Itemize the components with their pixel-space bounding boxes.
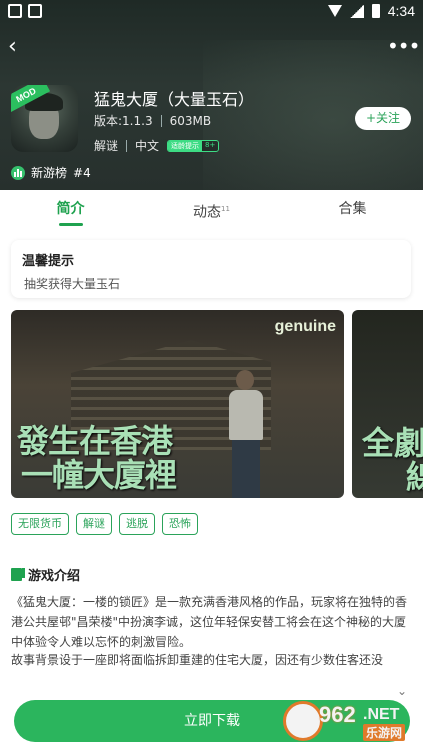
- description-paragraph: 故事背景设于一座即将面临拆卸重建的住宅大厦，因还有少数住客还没: [11, 653, 384, 667]
- tag-item[interactable]: 解谜: [76, 513, 112, 535]
- tab-badge: 11: [221, 205, 230, 213]
- rank-label: 新游榜: [31, 166, 68, 180]
- follow-button[interactable]: +关注: [355, 107, 411, 130]
- tip-title: 温馨提示: [22, 254, 75, 269]
- chevron-down-icon[interactable]: ⌄: [397, 684, 407, 698]
- screenshot-2[interactable]: 全劇 線: [352, 310, 423, 498]
- version-label: 版本:1.1.3: [94, 114, 153, 128]
- section-title: 游戏介绍: [11, 565, 80, 584]
- tab-collection[interactable]: 合集: [282, 190, 423, 230]
- language-label: 中文: [135, 139, 160, 153]
- rank-info[interactable]: 新游榜 #4: [11, 164, 91, 181]
- battery-icon: [371, 4, 380, 18]
- tag-item[interactable]: 逃脱: [119, 513, 155, 535]
- app-tags: 解谜 中文 适龄提示 8+: [94, 137, 220, 154]
- screenshot-caption: 一幢大廈裡: [21, 456, 177, 494]
- tab-bar: 简介 动态11 合集: [0, 190, 423, 230]
- tag-list: 无限货币 解谜 逃脱 恐怖: [11, 513, 198, 535]
- screenshot-1[interactable]: genuine 發生在香港 一幢大廈裡: [11, 310, 344, 498]
- bar-chart-icon: [11, 165, 25, 180]
- tag-item[interactable]: 恐怖: [162, 513, 198, 535]
- app-title: 猛鬼大厦（大量玉石）: [94, 90, 255, 109]
- watermark-logo: 962 .NET 乐游网: [283, 698, 411, 744]
- notification-icon: [28, 4, 42, 18]
- genre-label: 解谜: [94, 139, 119, 153]
- status-bar: 4:34: [0, 0, 423, 24]
- tab-activity[interactable]: 动态11: [141, 190, 282, 230]
- status-time: 4:34: [387, 3, 415, 19]
- age-rating-badge: 适龄提示 8+: [167, 139, 220, 152]
- book-icon: [11, 568, 25, 581]
- divider: [160, 114, 162, 127]
- signal-icon: [349, 4, 364, 18]
- size-label: 603MB: [169, 113, 212, 128]
- tag-item[interactable]: 无限货币: [11, 513, 69, 535]
- back-icon[interactable]: ‹: [8, 36, 32, 60]
- tip-text: 抽奖获得大量玉石: [24, 277, 121, 291]
- wifi-icon: [327, 5, 342, 17]
- intro-content: 温馨提示 抽奖获得大量玉石 genuine 發生在香港 一幢大廈裡 全劇 線 无…: [0, 230, 423, 752]
- app-header: 4:34 ‹ ••• MOD 猛鬼大厦（大量玉石） 版本:1.1.3 603MB…: [0, 0, 423, 190]
- more-options-icon[interactable]: •••: [387, 36, 420, 60]
- tab-intro[interactable]: 简介: [0, 190, 141, 230]
- app-meta: 版本:1.1.3 603MB: [94, 112, 211, 129]
- tip-card: 温馨提示 抽奖获得大量玉石: [11, 240, 411, 298]
- brand-logo: genuine: [274, 318, 336, 335]
- notification-icon: [8, 4, 22, 18]
- divider: [126, 139, 128, 152]
- rank-value: #4: [73, 165, 91, 180]
- screenshot-caption: 線: [406, 458, 423, 496]
- app-icon: MOD: [11, 85, 78, 152]
- description-paragraph: 《猛鬼大厦：一楼的锁匠》是一款充满香港风格的作品，玩家将在独特的香港公共屋邨"昌…: [11, 595, 408, 649]
